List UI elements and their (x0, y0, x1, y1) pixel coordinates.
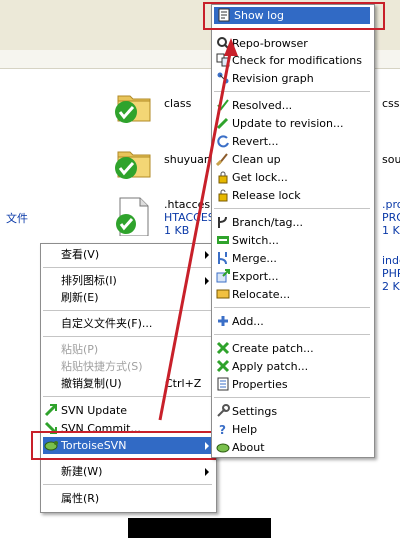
annotation-arrow (158, 38, 238, 421)
